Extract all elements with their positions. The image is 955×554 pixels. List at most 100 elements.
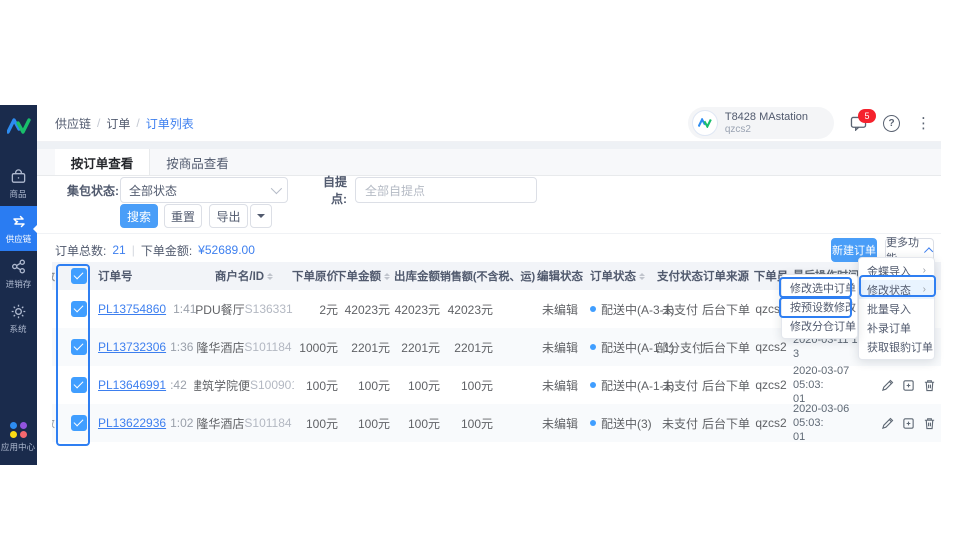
table-row[interactable]: PL13646991 :42 建筑学院便 S100901 100元 100元 10…: [52, 365, 941, 405]
sidebar-item-app-center[interactable]: 应用中心: [0, 415, 37, 459]
topbar-right: T8428 MAstation qzcs2 5 ? ⋮: [687, 107, 931, 139]
tab-by-order[interactable]: 按订单查看: [55, 149, 150, 175]
row-checkbox[interactable]: [60, 301, 98, 317]
submenu-item-modify-by-preset[interactable]: 按预设数修改: [782, 297, 857, 316]
order-link[interactable]: PL13622936: [98, 416, 166, 430]
delete-icon[interactable]: [923, 417, 936, 430]
order-link[interactable]: PL13754860: [98, 302, 166, 316]
filter-buttons: 搜索 重置 导出: [37, 204, 941, 228]
menu-item-modify-status[interactable]: 修改状态 ›: [859, 280, 934, 299]
order-amount: 100元: [357, 416, 390, 431]
top-bar: 供应链 / 订单 / 订单列表 T8428 MAstation qzcs2 5 …: [37, 105, 941, 142]
pickup-label: 自提点:: [322, 175, 347, 206]
order-link[interactable]: PL13646991: [98, 378, 166, 392]
order-summary: 订单总数: 21 | 下单金额: ¥52689.00: [55, 238, 255, 262]
sort-icon[interactable]: [639, 272, 645, 280]
table-row[interactable]: 数 PL13622936 1:02 隆华酒店S101184 100元 100元 …: [52, 402, 941, 444]
menu-item-fetch-pos-orders[interactable]: 获取银豹订单: [859, 337, 934, 356]
menu-item-supplement-order[interactable]: 补录订单: [859, 318, 934, 337]
last-op-time: 2020-03-06 05:03: 01: [793, 402, 850, 444]
reset-button[interactable]: 重置: [164, 204, 202, 228]
kebab-menu-icon[interactable]: ⋮: [916, 116, 931, 131]
edit-status: 未编辑: [541, 416, 578, 431]
messages-icon[interactable]: 5: [850, 108, 876, 131]
pay-status: 未支付: [661, 302, 698, 317]
more-functions-menu: 金蝶导入 › 修改状态 › 批量导入 补录订单 获取银豹订单: [858, 257, 935, 360]
checkbox-checked-icon[interactable]: [71, 415, 87, 431]
sidebar-item-label: 系统: [9, 324, 28, 334]
col-order-amount[interactable]: 下单金额: [335, 268, 390, 284]
edit-icon[interactable]: [881, 417, 894, 430]
col-order-status[interactable]: 订单状态: [585, 268, 657, 284]
col-merchant[interactable]: 商户名/ID: [194, 268, 294, 284]
sort-icon[interactable]: [267, 272, 274, 280]
breadcrumb-item[interactable]: 订单: [106, 115, 130, 132]
sidebar-item-supply-chain[interactable]: 供应链: [0, 206, 37, 251]
col-source[interactable]: 订单来源: [703, 268, 749, 284]
edit-status: 未编辑: [541, 302, 578, 317]
total-count: 21: [112, 243, 126, 257]
gear-icon: [10, 303, 27, 320]
merchant-id: S136331: [244, 302, 293, 316]
submenu-item-modify-split-warehouse[interactable]: 修改分仓订单: [782, 316, 857, 335]
pack-status-select[interactable]: 全部状态: [120, 177, 288, 203]
checkbox-checked-icon[interactable]: [71, 301, 87, 317]
section-divider: [37, 233, 941, 234]
order-source: 后台下单: [702, 340, 751, 355]
edit-icon[interactable]: [881, 379, 894, 392]
sidebar-item-inventory[interactable]: 进销存: [0, 251, 37, 296]
sidebar-item-label: 应用中心: [1, 442, 36, 452]
app-grid-icon: [9, 422, 28, 438]
copy-icon[interactable]: [902, 379, 915, 392]
user-menu[interactable]: T8428 MAstation qzcs2: [687, 107, 834, 139]
amount-label: 下单金额:: [140, 243, 193, 258]
order-amount: 42023元: [344, 302, 390, 317]
merchant-name: 隆华酒店: [196, 416, 245, 431]
search-button[interactable]: 搜索: [120, 204, 158, 228]
export-button[interactable]: 导出: [209, 204, 248, 228]
breadcrumb-separator: /: [97, 116, 101, 130]
order-link[interactable]: PL13732306: [98, 340, 166, 354]
breadcrumb-item[interactable]: 供应链: [55, 115, 91, 132]
share-nodes-icon: [10, 258, 27, 275]
sales-amount: 100元: [460, 378, 493, 393]
sidebar-item-system[interactable]: 系统: [0, 296, 37, 341]
col-original-price[interactable]: 下单原价: [292, 268, 338, 284]
outbound-amount: 2201元: [401, 340, 440, 355]
row-checkbox[interactable]: [60, 377, 98, 393]
menu-item-kingdee-import[interactable]: 金蝶导入 ›: [859, 261, 934, 280]
sales-amount: 42023元: [447, 302, 493, 317]
pay-status: 未支付: [661, 416, 698, 431]
delete-icon[interactable]: [923, 379, 936, 392]
order-source: 后台下单: [702, 416, 751, 431]
help-icon[interactable]: ?: [883, 114, 900, 132]
export-dropdown-button[interactable]: [250, 204, 272, 228]
row-checkbox[interactable]: [60, 339, 98, 355]
sidebar-item-products[interactable]: 商品: [0, 161, 37, 206]
col-edit-status[interactable]: 编辑状态: [535, 268, 585, 284]
breadcrumb-separator: /: [136, 116, 140, 130]
menu-item-batch-import[interactable]: 批量导入: [859, 299, 934, 318]
sidebar: 商品 供应链 进销存 系统 应用中心: [0, 105, 37, 465]
select-all-checkbox[interactable]: [60, 268, 98, 284]
tab-by-product[interactable]: 按商品查看: [150, 149, 245, 175]
col-order-no[interactable]: 订单号: [98, 268, 194, 284]
original-price: 100元: [305, 416, 338, 431]
checkbox-checked-icon[interactable]: [71, 268, 87, 284]
status-dot: [590, 344, 596, 350]
submenu-item-modify-selected[interactable]: 修改选中订单: [782, 278, 857, 297]
col-sales[interactable]: 销售额(不含税、运): [440, 268, 535, 284]
caret-down-icon: [257, 214, 265, 222]
outbound-amount: 100元: [407, 416, 440, 431]
page: 商品 供应链 进销存 系统 应用中心 供应链 / 订单 / 订单列表 T8428…: [0, 0, 955, 554]
checkbox-checked-icon[interactable]: [71, 339, 87, 355]
pickup-placeholder: 全部自提点: [365, 183, 426, 198]
row-checkbox[interactable]: [60, 415, 98, 431]
pay-status: 未支付: [661, 378, 698, 393]
checkbox-checked-icon[interactable]: [71, 377, 87, 393]
notification-badge: 5: [858, 108, 876, 123]
copy-icon[interactable]: [902, 417, 915, 430]
col-outbound-amount[interactable]: 出库金额: [390, 268, 440, 284]
pickup-input[interactable]: 全部自提点: [355, 177, 537, 203]
col-pay-status[interactable]: 支付状态: [657, 268, 703, 284]
